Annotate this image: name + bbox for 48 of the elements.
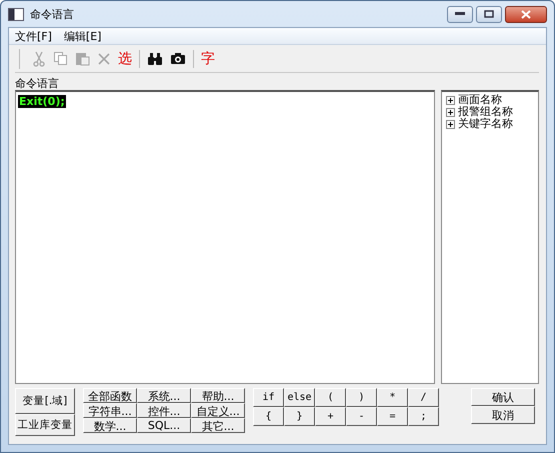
- function-button[interactable]: 数学...: [83, 418, 137, 433]
- operator-button[interactable]: ;: [408, 407, 439, 426]
- plus-box-icon[interactable]: [446, 96, 455, 104]
- code-text: Exit(0);: [18, 95, 66, 108]
- tree-item[interactable]: 画面名称: [458, 94, 502, 106]
- dialog-button[interactable]: 确认: [471, 388, 535, 406]
- operator-button[interactable]: }: [284, 407, 315, 426]
- variable-button[interactable]: 工业库变量: [15, 414, 75, 436]
- function-button[interactable]: SQL...: [137, 418, 191, 433]
- operator-button[interactable]: else: [284, 388, 315, 407]
- function-button[interactable]: 其它...: [191, 418, 245, 433]
- toolbar-button[interactable]: 选: [118, 50, 132, 68]
- operator-button[interactable]: +: [315, 407, 346, 426]
- function-button[interactable]: 系统...: [137, 388, 191, 403]
- code-editor[interactable]: Exit(0);: [15, 90, 435, 384]
- close-icon: [521, 10, 531, 18]
- function-button[interactable]: 自定义...: [191, 403, 245, 418]
- operator-button[interactable]: {: [253, 407, 284, 426]
- maximize-button[interactable]: [476, 6, 502, 22]
- plus-box-icon[interactable]: [446, 108, 455, 116]
- operator-button[interactable]: /: [408, 388, 439, 407]
- tree-item[interactable]: 关键字名称: [458, 118, 513, 130]
- operator-button[interactable]: ): [346, 388, 377, 407]
- function-button[interactable]: 全部函数: [83, 388, 137, 403]
- operator-button[interactable]: *: [377, 388, 408, 407]
- menu-item[interactable]: 编辑[E]: [64, 28, 102, 44]
- plus-box-icon[interactable]: [446, 120, 455, 128]
- dialog-button[interactable]: 取消: [471, 406, 535, 424]
- menu-item[interactable]: 文件[F]: [15, 28, 52, 44]
- maximize-icon: [484, 10, 494, 18]
- operator-button[interactable]: =: [377, 407, 408, 426]
- function-button[interactable]: 控件...: [137, 403, 191, 418]
- function-button[interactable]: 字符串...: [83, 403, 137, 418]
- minimize-icon: [455, 12, 465, 16]
- minimize-button[interactable]: [447, 6, 473, 22]
- toolbar-button[interactable]: 字: [201, 50, 215, 68]
- operator-button[interactable]: (: [315, 388, 346, 407]
- app-icon: [8, 8, 24, 20]
- function-button[interactable]: 帮助...: [191, 388, 245, 403]
- variable-button[interactable]: 变量[.域]: [15, 388, 75, 414]
- close-button[interactable]: [505, 6, 547, 22]
- binoculars-icon[interactable]: [147, 52, 163, 66]
- camera-icon[interactable]: [170, 52, 186, 65]
- window-title: 命令语言: [30, 6, 74, 22]
- operator-button[interactable]: if: [253, 388, 284, 407]
- tree-item[interactable]: 报警组名称: [458, 106, 513, 118]
- operator-button[interactable]: -: [346, 407, 377, 426]
- section-label: 命令语言: [15, 76, 60, 90]
